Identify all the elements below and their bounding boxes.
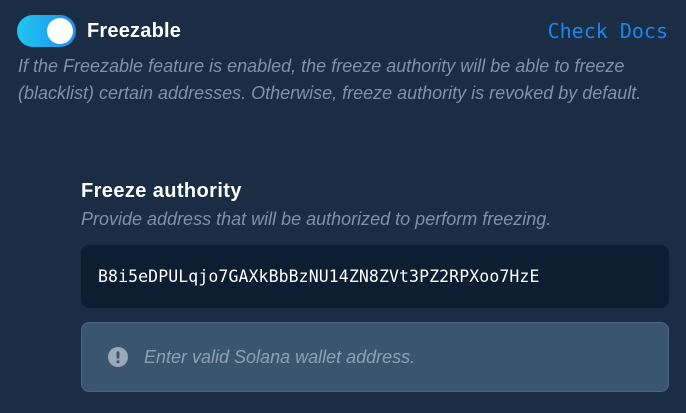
toggle-knob <box>47 18 73 44</box>
freeze-authority-label: Freeze authority <box>81 180 242 202</box>
freezable-toggle[interactable] <box>17 15 76 47</box>
validation-error-message: Enter valid Solana wallet address. <box>144 347 416 367</box>
freeze-authority-hint: Provide address that will be authorized … <box>81 209 552 229</box>
feature-description: If the Freezable feature is enabled, the… <box>18 56 642 103</box>
freeze-authority-field <box>81 245 669 308</box>
check-docs-link[interactable]: Check Docs <box>548 18 668 44</box>
exclamation-circle-icon <box>108 347 128 367</box>
validation-error-box: Enter valid Solana wallet address. <box>81 322 669 392</box>
freeze-authority-input[interactable] <box>98 267 652 286</box>
feature-title: Freezable <box>87 20 182 42</box>
